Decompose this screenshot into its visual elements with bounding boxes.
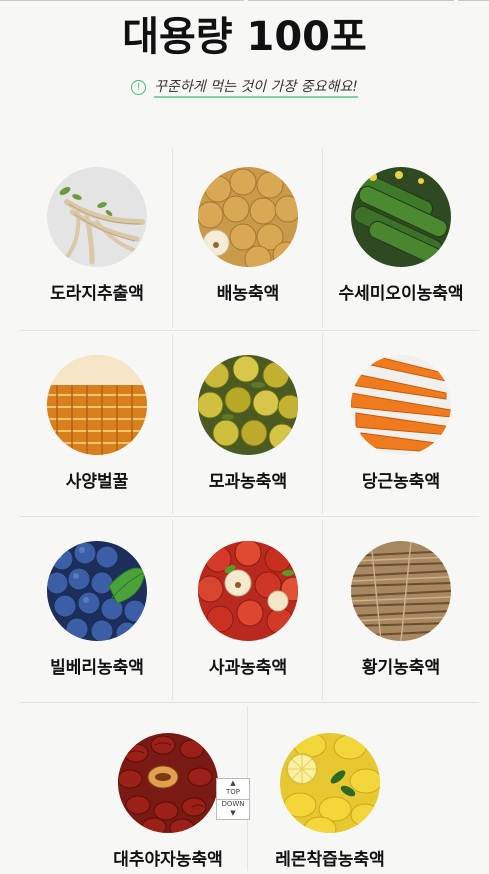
info-icon: !	[131, 80, 147, 95]
scroll-top-down-widget: ▲ TOP DOWN ▼	[216, 778, 250, 820]
product-item-bilberry[interactable]: 빌베리농축액	[22, 541, 172, 678]
scroll-down-button[interactable]: DOWN ▼	[217, 800, 249, 820]
bilberries-image	[47, 541, 147, 641]
product-item-carrot[interactable]: 당근농축액	[326, 355, 476, 492]
subtitle: ! 꾸준하게 먹는 것이 가장 중요해요!	[0, 76, 489, 98]
top-tab-lines	[0, 0, 489, 3]
carrots-image	[351, 355, 451, 455]
quince-image	[198, 355, 298, 455]
astragalus-roots-image	[351, 541, 451, 641]
top-label: TOP	[225, 788, 240, 796]
product-item-pear[interactable]: 배농축액	[173, 167, 323, 304]
honeycomb-image	[47, 355, 147, 455]
grid-divider	[20, 330, 479, 331]
down-arrow-icon: ▼	[230, 809, 236, 817]
jujubes-image	[118, 733, 218, 833]
up-arrow-icon: ▲	[230, 779, 236, 787]
product-label: 레몬착즙농축액	[275, 850, 385, 869]
product-label: 도라지추출액	[50, 284, 144, 303]
product-item-apple[interactable]: 사과농축액	[173, 541, 323, 678]
product-label: 모과농축액	[208, 472, 288, 491]
down-label: DOWN	[221, 800, 245, 808]
product-label: 빌베리농축액	[50, 658, 144, 677]
product-label: 당근농축액	[361, 472, 441, 491]
grid-divider	[20, 702, 479, 703]
product-item-doraji[interactable]: 도라지추출액	[22, 167, 172, 304]
pears-image	[198, 167, 298, 267]
scroll-top-button[interactable]: ▲ TOP	[217, 779, 249, 800]
product-item-lemon[interactable]: 레몬착즙농축액	[255, 733, 405, 870]
product-label: 수세미오이농축액	[338, 284, 464, 303]
product-label: 배농축액	[216, 284, 280, 303]
product-label: 사양벌꿀	[65, 472, 129, 491]
page-title: 대용량 100포	[122, 14, 367, 60]
cucumbers-image	[351, 167, 451, 267]
product-item-cucumber[interactable]: 수세미오이농축액	[326, 167, 476, 304]
doraji-root-image	[47, 167, 147, 267]
apples-image	[198, 541, 298, 641]
product-label: 황기농축액	[361, 658, 441, 677]
product-item-astragalus[interactable]: 황기농축액	[326, 541, 476, 678]
subtitle-text: 꾸준하게 먹는 것이 가장 중요해요!	[154, 79, 358, 98]
product-item-quince[interactable]: 모과농축액	[173, 355, 323, 492]
lemons-image	[280, 733, 380, 833]
product-label: 대추야자농축액	[113, 850, 223, 869]
grid-divider	[20, 516, 479, 517]
product-item-honey[interactable]: 사양벌꿀	[22, 355, 172, 492]
product-label: 사과농축액	[208, 658, 288, 677]
